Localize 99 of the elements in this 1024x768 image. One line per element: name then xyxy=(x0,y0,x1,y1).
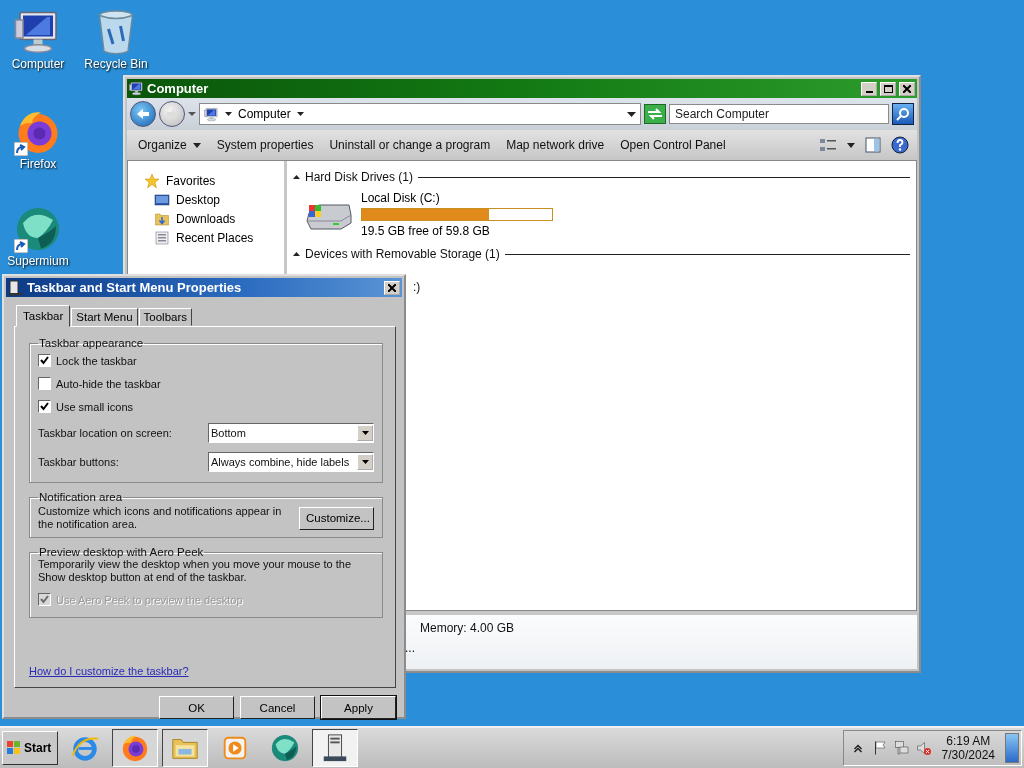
shortcut-arrow-icon xyxy=(14,239,28,253)
nav-item[interactable]: Favorites xyxy=(144,171,216,190)
downloads-folder-icon xyxy=(154,210,170,227)
windows-flag-icon xyxy=(6,740,22,756)
field-label: Taskbar buttons: xyxy=(38,455,119,468)
window-title: Computer xyxy=(147,81,210,96)
caret-icon xyxy=(296,112,304,116)
dialog-title: Taskbar and Start Menu Properties xyxy=(27,280,243,295)
toolbar-command[interactable]: Map network drive xyxy=(499,135,612,155)
collapse-caret-icon[interactable] xyxy=(293,175,300,179)
computer-icon xyxy=(129,81,144,96)
dropdown-caret-icon[interactable] xyxy=(627,111,636,117)
group-title: Preview desktop with Aero Peek xyxy=(38,546,205,558)
search-button[interactable] xyxy=(892,103,914,125)
collapse-caret-icon[interactable] xyxy=(293,252,300,256)
back-arrow-icon xyxy=(136,108,150,120)
taskbar-app-icon xyxy=(8,279,24,296)
toolbar-command[interactable]: Open Control Panel xyxy=(613,135,733,155)
toolbar-command[interactable]: System properties xyxy=(209,135,321,155)
maximize-icon xyxy=(883,84,893,93)
maximize-button[interactable] xyxy=(880,81,896,96)
nav-item[interactable]: Downloads xyxy=(154,209,236,228)
search-field[interactable]: Search Computer xyxy=(669,104,889,124)
preview-pane-icon[interactable] xyxy=(865,137,881,153)
dropdown[interactable]: Bottom xyxy=(208,422,374,443)
organize-menu[interactable]: Organize xyxy=(131,135,208,155)
drive-name: Local Disk (C:) xyxy=(361,191,441,205)
close-button[interactable] xyxy=(899,81,915,96)
caret-icon xyxy=(192,142,201,148)
desktop-icon xyxy=(154,191,170,208)
close-icon xyxy=(388,283,396,292)
tab[interactable]: Taskbar xyxy=(16,305,71,327)
checkbox[interactable] xyxy=(38,354,51,367)
dialog-button[interactable]: Cancel xyxy=(240,696,315,719)
breadcrumb[interactable]: Computer xyxy=(238,107,291,121)
caret-icon[interactable] xyxy=(847,142,855,148)
check-icon xyxy=(40,402,49,411)
checkbox[interactable] xyxy=(38,377,51,390)
dialog-button[interactable]: Apply xyxy=(321,696,396,719)
drive-item[interactable]: Local Disk (C:) 19.5 GB free of 59.8 GB xyxy=(293,187,553,244)
back-button[interactable] xyxy=(130,101,156,127)
supermium-icon xyxy=(270,733,300,763)
taskbar-app-button[interactable] xyxy=(112,729,158,767)
detail-text: Memory: 4.00 GB xyxy=(419,621,516,635)
help-icon[interactable] xyxy=(891,136,909,154)
supermium-icon xyxy=(14,205,62,253)
start-button[interactable]: Start xyxy=(2,731,58,765)
tab[interactable]: Start Menu xyxy=(71,308,138,326)
taskbar-app-button[interactable] xyxy=(312,729,358,767)
minimize-icon xyxy=(865,90,873,93)
clock[interactable]: 6:19 AM 7/30/2024 xyxy=(937,734,999,762)
group-title: Taskbar appearance xyxy=(38,337,145,349)
nav-item[interactable]: Recent Places xyxy=(154,228,254,247)
desktop-shortcut-image[interactable] xyxy=(14,205,62,253)
recent-places-icon xyxy=(154,229,170,246)
description-text: Temporarily view the desktop when you move your mouse to the Show desktop button at end of the taskbar. xyxy=(38,558,353,584)
field-label: Taskbar location on screen: xyxy=(38,426,172,439)
view-options-icon[interactable] xyxy=(819,137,837,153)
caret-icon xyxy=(361,430,369,435)
group-title: Devices with Removable Storage (1) xyxy=(305,247,500,261)
shortcut-arrow-icon xyxy=(14,142,28,156)
group-title: Hard Disk Drives (1) xyxy=(305,170,413,184)
close-button[interactable] xyxy=(384,280,400,295)
check-icon xyxy=(40,595,49,604)
checkbox-label: Auto-hide the taskbar xyxy=(56,377,161,390)
network-icon xyxy=(893,740,910,756)
caret-icon xyxy=(361,459,369,464)
show-desktop-button[interactable] xyxy=(1005,733,1019,763)
close-icon xyxy=(903,84,911,93)
checkbox[interactable] xyxy=(38,400,51,413)
checkbox-label: Lock the taskbar xyxy=(56,354,137,367)
group-title: Notification area xyxy=(38,491,124,503)
refresh-arrows-icon xyxy=(647,108,663,120)
toolbar-command[interactable]: Uninstall or change a program xyxy=(322,135,498,155)
nav-item[interactable]: Desktop xyxy=(154,190,221,209)
check-icon xyxy=(40,356,49,365)
help-link[interactable]: How do I customize the taskbar? xyxy=(29,665,189,677)
forward-arrow-icon xyxy=(166,109,178,119)
description-text: Customize which icons and notifications appear in the notification area. xyxy=(38,505,283,531)
caret-icon xyxy=(188,111,196,117)
dropdown[interactable]: Always combine, hide labels xyxy=(208,451,374,472)
search-icon xyxy=(896,107,910,121)
computer-icon xyxy=(204,106,219,122)
minimize-button[interactable] xyxy=(861,81,877,96)
dialog-button[interactable]: OK xyxy=(159,696,234,719)
drive-name: :) xyxy=(413,280,421,294)
firefox-icon xyxy=(120,733,150,763)
caret-icon xyxy=(225,112,232,116)
customize-button[interactable]: Customize... xyxy=(299,506,374,530)
checkbox-label: Use small icons xyxy=(56,400,134,413)
tab[interactable]: Toolbars xyxy=(138,308,192,326)
refresh-button[interactable] xyxy=(644,104,666,124)
taskbar-app-button[interactable] xyxy=(162,729,208,767)
star-icon xyxy=(144,172,160,189)
drive-space: 19.5 GB free of 59.8 GB xyxy=(361,224,491,238)
forward-button[interactable] xyxy=(159,101,185,127)
detail-text: ... xyxy=(405,641,416,655)
address-field[interactable]: Computer xyxy=(199,103,641,125)
volume-muted-icon xyxy=(915,740,932,756)
